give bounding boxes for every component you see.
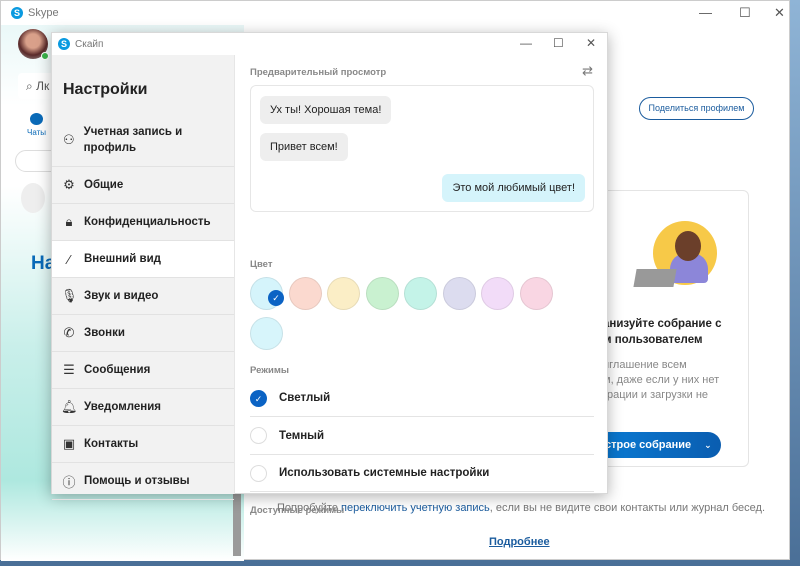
- settings-nav-item[interactable]: ⓘ Помощь и отзывы: [52, 463, 234, 500]
- skype-logo-icon: S: [58, 38, 70, 50]
- mode-label: Светлый: [279, 392, 331, 404]
- window-title: Skype: [28, 7, 59, 19]
- settings-nav: Настройки ⚇ Учетная запись и профиль ⚙ Общи…: [52, 55, 235, 500]
- share-profile-button[interactable]: Поделиться профилем: [639, 97, 754, 120]
- modes-label: Режимы: [250, 365, 289, 376]
- color-label: Цвет: [250, 259, 273, 270]
- color-swatch[interactable]: [519, 277, 553, 310]
- search-placeholder: Лк: [36, 79, 50, 93]
- maximize-button[interactable]: ☐: [739, 5, 751, 21]
- message-bubble: Привет всем!: [260, 133, 348, 161]
- color-swatch[interactable]: [404, 277, 437, 310]
- settings-dialog: S Скайп — ☐ ✕ Настройки ⚇ Учетная запись и…: [51, 32, 608, 516]
- phone-icon: ✆: [63, 325, 75, 340]
- tab-chats[interactable]: Чаты: [27, 113, 46, 137]
- mode-label: Использовать системные настройки: [279, 467, 490, 479]
- radio-button[interactable]: ✓: [250, 389, 267, 407]
- nav-item-label: Контакты: [84, 438, 139, 450]
- color-swatch[interactable]: ✓: [250, 277, 284, 310]
- nav-item-label: Внешний вид: [84, 253, 161, 265]
- mode-option[interactable]: Темный: [250, 418, 594, 455]
- settings-nav-item[interactable]: ⚇ Учетная запись и профиль: [52, 113, 234, 167]
- check-icon: ✓: [268, 290, 284, 306]
- skype-logo-icon: S: [11, 7, 23, 19]
- chevron-down-icon: ⌄: [704, 440, 712, 450]
- color-swatch[interactable]: [365, 277, 399, 310]
- illustration-laptop: [633, 269, 677, 287]
- nav-item-label: Общие: [84, 179, 124, 191]
- color-swatch[interactable]: [481, 277, 514, 310]
- settings-nav-item[interactable]: ✆ Звонки: [52, 315, 234, 352]
- chat-icon: ☰: [63, 362, 75, 377]
- nav-item-label: Конфиденциальность: [84, 216, 211, 228]
- card-title: анизуйте собрание с м пользователем: [603, 318, 722, 346]
- dialog-close-button[interactable]: ✕: [586, 36, 596, 50]
- mode-option[interactable]: Использовать системные настройки: [250, 455, 594, 492]
- close-button[interactable]: ✕: [774, 5, 785, 21]
- title-bar: S Skype: [1, 1, 789, 25]
- lightbulb-icon: [21, 183, 45, 213]
- learn-more-link[interactable]: Подробнее: [489, 536, 550, 548]
- info-icon: ⓘ: [62, 474, 76, 490]
- nav-item-label: Звонки: [84, 327, 125, 339]
- nav-item-label: Звук и видео: [84, 290, 159, 302]
- person-icon: ⚇: [62, 131, 75, 147]
- minimize-button[interactable]: —: [699, 5, 712, 20]
- message-bubble: Ух ты! Хорошая тема!: [260, 96, 392, 124]
- switch-account-link[interactable]: переключить учетную запись: [341, 502, 490, 514]
- color-swatch[interactable]: [327, 277, 360, 310]
- online-status-icon: [41, 52, 49, 60]
- dialog-minimize-button[interactable]: —: [520, 36, 532, 50]
- nav-item-label: Учетная запись и профиль: [83, 125, 183, 154]
- color-swatch[interactable]: [288, 277, 322, 310]
- microphone-icon: 🎙︎: [61, 288, 78, 303]
- nav-item-label: Уведомления: [84, 401, 161, 413]
- mode-option[interactable]: ✓ Светлый: [250, 380, 594, 417]
- tab-label: Чаты: [27, 128, 47, 137]
- lock-icon: 🔒︎: [65, 214, 73, 229]
- settings-heading: Настройки: [63, 81, 148, 98]
- contacts-icon: ▣: [62, 436, 76, 451]
- bell-icon: 🔔︎: [61, 399, 78, 414]
- nav-item-label: Помощь и отзывы: [84, 475, 190, 487]
- dialog-title: Скайп: [75, 38, 104, 50]
- settings-nav-item[interactable]: 🔒︎ Конфиденциальность: [52, 204, 234, 241]
- chat-icon: [30, 113, 44, 125]
- radio-button[interactable]: [250, 464, 267, 482]
- color-swatch[interactable]: [250, 317, 283, 350]
- mode-label: Темный: [279, 429, 325, 442]
- illustration-head: [675, 231, 701, 261]
- magic-wand-icon: ⁄: [67, 251, 71, 267]
- color-swatch[interactable]: [442, 277, 476, 310]
- available-modes-label: Доступные режимы: [250, 505, 345, 516]
- meet-now-card-button[interactable]: строе собрание ⌄: [595, 432, 721, 458]
- dialog-maximize-button[interactable]: ☐: [553, 36, 564, 50]
- card-description: иглашение всем м, даже если у них нет гр…: [603, 359, 720, 401]
- swap-icon[interactable]: ⇄: [582, 63, 593, 79]
- radio-button[interactable]: [250, 427, 267, 444]
- nav-item-label: Сообщения: [84, 364, 151, 376]
- settings-nav-item[interactable]: ☰ Сообщения: [52, 352, 234, 389]
- message-bubble-own: Это мой любимый цвет!: [442, 174, 585, 202]
- preview-label: Предварительный просмотр: [250, 67, 387, 78]
- settings-nav-item[interactable]: 🎙︎ Звук и видео: [52, 278, 234, 315]
- appearance-panel: Предварительный просмотр ⇄ Ух ты! Хороша…: [236, 55, 607, 516]
- settings-nav-item[interactable]: ⚙ Общие: [52, 167, 234, 204]
- gear-icon: ⚙: [63, 177, 75, 192]
- settings-nav-item[interactable]: ▣ Контакты: [52, 426, 234, 463]
- footer-after: , если вы не видите свои контакты или жу…: [489, 502, 766, 514]
- settings-nav-item[interactable]: 🔔︎ Уведомления: [52, 389, 234, 426]
- button-label: строе собрание: [605, 439, 692, 451]
- settings-nav-item[interactable]: ⁄ Внешний вид: [52, 241, 234, 278]
- preview-box: Ух ты! Хорошая тема! Привет всем! Это мо…: [250, 85, 594, 212]
